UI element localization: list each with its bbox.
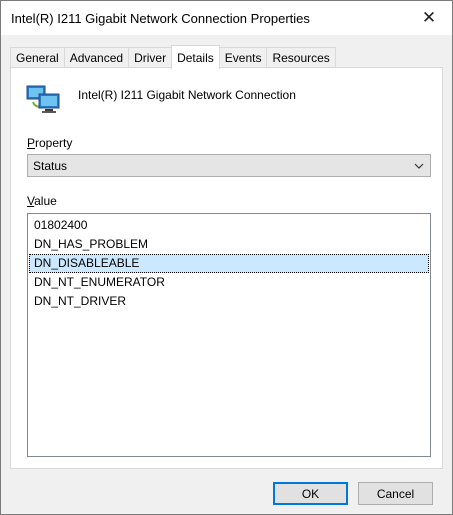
details-panel: Intel(R) I211 Gigabit Network Connection… — [10, 67, 443, 469]
property-dropdown-value: Status — [33, 159, 68, 173]
close-button[interactable]: ✕ — [406, 1, 452, 35]
close-icon: ✕ — [421, 8, 437, 27]
tab-events[interactable]: Events — [218, 47, 268, 68]
property-label-rest: roperty — [35, 136, 73, 150]
list-item[interactable]: DN_NT_ENUMERATOR — [29, 273, 429, 292]
device-name: Intel(R) I211 Gigabit Network Connection — [78, 88, 296, 102]
value-label: Value — [27, 194, 57, 208]
properties-dialog: Intel(R) I211 Gigabit Network Connection… — [0, 0, 453, 515]
property-label: Property — [27, 136, 72, 150]
list-item[interactable]: 01802400 — [29, 216, 429, 235]
value-label-rest: alue — [34, 194, 57, 208]
cancel-button[interactable]: Cancel — [358, 482, 433, 505]
tab-strip: General Advanced Driver Details Events R… — [10, 44, 336, 69]
title-bar[interactable]: Intel(R) I211 Gigabit Network Connection… — [1, 1, 452, 35]
tab-advanced[interactable]: Advanced — [63, 47, 130, 68]
ok-button[interactable]: OK — [273, 482, 348, 505]
tab-resources[interactable]: Resources — [266, 47, 336, 68]
property-dropdown[interactable]: Status — [27, 154, 431, 177]
window-title: Intel(R) I211 Gigabit Network Connection… — [11, 11, 310, 26]
tab-general[interactable]: General — [10, 47, 65, 68]
chevron-down-icon — [414, 163, 424, 169]
list-item[interactable]: DN_HAS_PROBLEM — [29, 235, 429, 254]
network-adapter-icon — [26, 85, 60, 113]
property-label-accelerator: P — [27, 136, 36, 150]
tab-driver[interactable]: Driver — [128, 47, 173, 68]
tab-details[interactable]: Details — [171, 45, 220, 69]
value-listbox[interactable]: 01802400 DN_HAS_PROBLEM DN_DISABLEABLE D… — [27, 213, 431, 457]
list-item[interactable]: DN_DISABLEABLE — [29, 254, 429, 273]
list-item[interactable]: DN_NT_DRIVER — [29, 292, 429, 311]
